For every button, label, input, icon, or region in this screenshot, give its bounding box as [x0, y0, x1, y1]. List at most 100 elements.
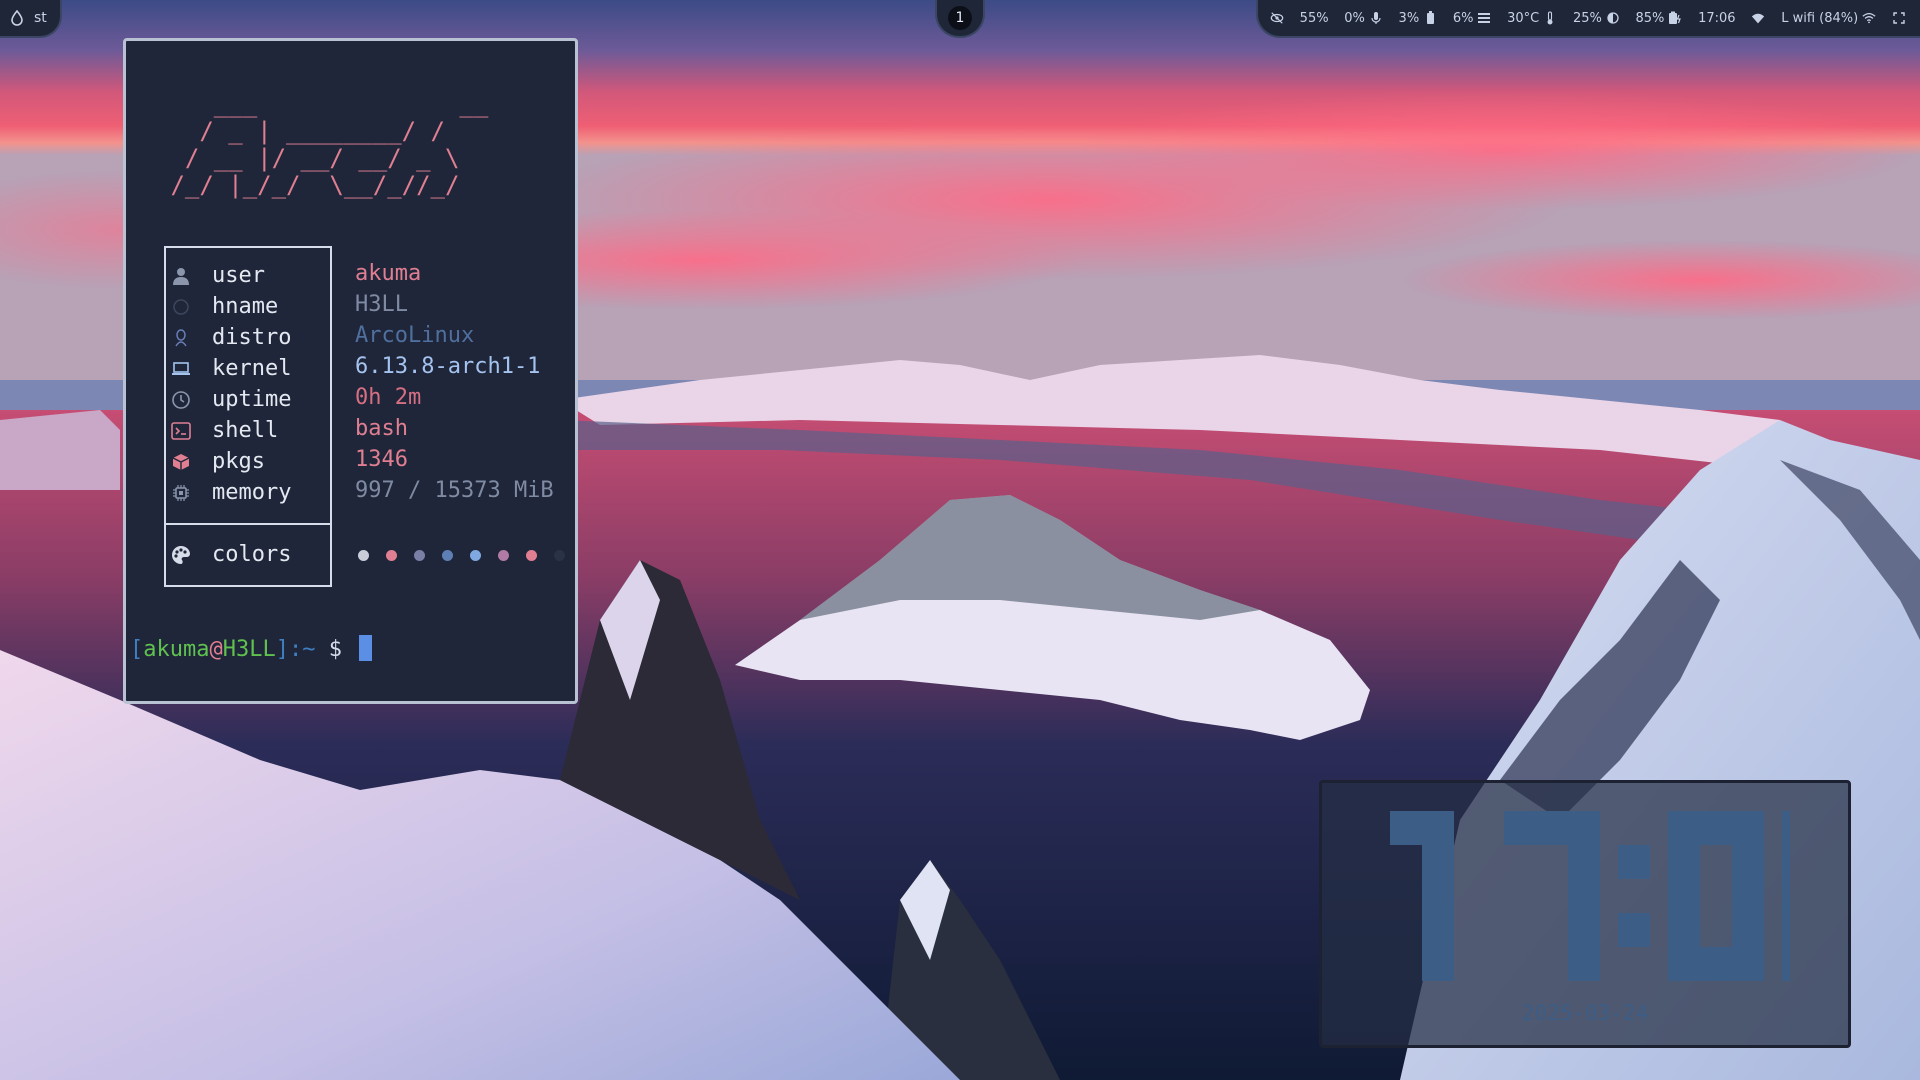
menu-icon	[1477, 11, 1491, 25]
droplet-icon	[10, 10, 24, 26]
clock-digit-block	[1536, 811, 1568, 845]
clock-date: 2025-03-24	[1521, 1001, 1649, 1025]
clock-digit-block	[1390, 811, 1422, 845]
clock-digit-block	[1782, 913, 1790, 947]
wifi-signal-icon	[1862, 11, 1876, 25]
prompt-at: @	[209, 637, 223, 662]
clock-digit-block	[1422, 845, 1454, 879]
info-value-pkgs: 1346	[355, 447, 408, 472]
clock-digit-block	[1618, 913, 1650, 947]
memory-usage: 6%	[1453, 11, 1492, 26]
clock-digit-block	[1668, 947, 1700, 981]
terminal-window[interactable]: ___ __ / _ | ________/ / / __ |/ __/ __/…	[123, 38, 578, 704]
info-key-distro: distro	[212, 325, 292, 350]
clock-time[interactable]: 17:06	[1698, 11, 1735, 26]
disk-value: 3%	[1398, 10, 1420, 26]
info-value-hname: H3LL	[355, 292, 408, 317]
clock-value: 17:06	[1698, 10, 1736, 26]
brightness-value: 25%	[1572, 10, 1602, 26]
laptop-icon	[166, 361, 196, 377]
terminal-icon	[166, 421, 196, 440]
info-key-hname: hname	[212, 294, 279, 319]
palette-swatch	[442, 550, 453, 561]
mic-value: 0%	[1344, 10, 1365, 26]
chip-icon	[166, 484, 196, 502]
info-key-user: user	[212, 263, 265, 288]
active-window-label: st	[34, 10, 47, 26]
disk-usage: 3%	[1399, 11, 1438, 26]
privacy-indicator[interactable]	[1270, 11, 1284, 25]
eye-off-icon	[1270, 11, 1284, 25]
clock-digit-block	[1668, 913, 1700, 947]
clock-digit-block	[1668, 811, 1700, 845]
info-key-shell: shell	[212, 418, 279, 443]
info-value-memory: 997 / 15373 MiB	[355, 478, 554, 503]
palette-swatch	[470, 550, 481, 561]
clock-digit-block	[1668, 879, 1700, 913]
memory-value: 6%	[1452, 10, 1474, 26]
info-row-pkgs: pkgs	[109, 446, 265, 477]
user-icon	[166, 267, 196, 285]
prompt-bracket-close: ]	[275, 637, 289, 662]
clock-digit-block	[1422, 879, 1454, 913]
info-row-distro: distro	[109, 322, 291, 353]
mic-usage[interactable]: 0%	[1344, 11, 1383, 26]
info-value-kernel: 6.13.8-arch1-1	[355, 354, 541, 379]
info-key-pkgs: pkgs	[212, 449, 265, 474]
info-row-uptime: uptime	[109, 384, 291, 415]
clock-icon	[166, 390, 196, 410]
color-palette	[358, 550, 565, 561]
prompt-host: H3LL	[222, 637, 276, 662]
workspace-button[interactable]: 1	[948, 6, 972, 30]
clock-digit-block	[1568, 947, 1600, 981]
desktop-clock-widget: 2025-03-24	[1319, 780, 1851, 1048]
clock-digit-block	[1700, 947, 1732, 981]
clock-digit-block	[1782, 947, 1790, 981]
battery-status[interactable]: 85%	[1636, 11, 1683, 26]
palette-swatch	[386, 550, 397, 561]
clock-digit-block	[1568, 879, 1600, 913]
mic-icon	[1369, 11, 1383, 25]
fetch-colors-label: colors	[164, 525, 332, 587]
temperature-value: 30°C	[1507, 10, 1540, 26]
clock-digit-block	[1668, 845, 1700, 879]
info-key-uptime: uptime	[212, 387, 292, 412]
cpu-usage: 55%	[1300, 11, 1329, 26]
battery-charging-icon	[1668, 11, 1682, 25]
clock-digit-block	[1700, 811, 1732, 845]
palette-icon	[166, 545, 196, 565]
palette-swatch	[554, 550, 565, 561]
linux-icon	[166, 328, 196, 347]
palette-swatch	[358, 550, 369, 561]
clock-digit-block	[1732, 947, 1764, 981]
clock-time-display	[1390, 811, 1790, 981]
clock-digit-block	[1568, 913, 1600, 947]
circle-icon	[166, 298, 196, 316]
info-value-user: akuma	[355, 261, 422, 286]
clock-digit-block	[1782, 845, 1790, 879]
clock-digit-block	[1782, 811, 1790, 845]
palette-swatch	[498, 550, 509, 561]
prompt-path: :~	[288, 637, 316, 662]
network-status[interactable]: L wifi (84%)	[1751, 11, 1876, 26]
palette-swatch	[526, 550, 537, 561]
topbar-left-module[interactable]: st	[0, 0, 62, 38]
clock-digit-block	[1568, 811, 1600, 845]
prompt-bracket-open: [	[130, 637, 144, 662]
info-row-colors: colors	[109, 539, 291, 570]
clock-digit-block	[1422, 811, 1454, 845]
info-key-colors: colors	[212, 542, 292, 567]
layout-toggle[interactable]	[1892, 11, 1906, 25]
thermometer-icon	[1543, 11, 1557, 25]
clock-digit-block	[1732, 811, 1764, 845]
fullscreen-icon	[1892, 11, 1906, 25]
brightness[interactable]: 25%	[1573, 11, 1620, 26]
shell-prompt[interactable]: [akuma@H3LL]:~ $	[130, 635, 373, 662]
info-value-uptime: 0h 2m	[355, 385, 422, 410]
fetch-info-labels: user hname distro kernel uptime shell pk…	[164, 246, 332, 525]
network-value: L wifi (84%)	[1781, 10, 1859, 26]
info-key-memory: memory	[212, 480, 292, 505]
package-icon	[166, 453, 196, 471]
info-row-kernel: kernel	[109, 353, 291, 384]
info-key-kernel: kernel	[212, 356, 292, 381]
